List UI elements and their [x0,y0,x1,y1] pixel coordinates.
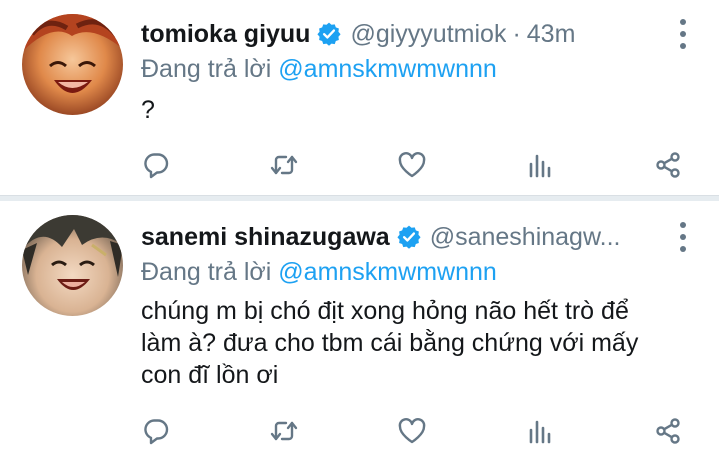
handle[interactable]: @saneshinagw... [430,223,621,252]
verified-badge-icon [317,22,342,46]
avatar[interactable] [22,215,123,316]
retweet-button[interactable] [266,413,302,449]
tweet-text: chúng m bị chó địt xong hỏng não hết trò… [141,297,639,389]
avatar[interactable] [22,14,123,115]
tweet-text: ? [141,96,155,124]
like-button[interactable] [394,147,430,183]
like-button[interactable] [394,413,430,449]
reply-icon [144,153,169,179]
analytics-icon [529,154,551,178]
separator-dot: · [512,19,521,48]
reply-button[interactable] [138,147,174,183]
share-button[interactable] [650,147,686,183]
like-icon [398,418,426,444]
like-icon [398,152,426,178]
share-icon [656,152,680,178]
retweet-icon [270,155,298,175]
verified-badge-icon [397,225,421,249]
action-bar [138,147,686,183]
share-button[interactable] [650,413,686,449]
timestamp[interactable]: 43m [527,20,576,49]
handle[interactable]: @giyyyutmiok [350,20,506,49]
tweet[interactable]: sanemi shinazugawa @saneshinagw... Đang … [0,201,719,468]
tweet-header: sanemi shinazugawa @saneshinagw... [141,220,699,254]
reply-prefix: Đang trả lời [141,258,272,286]
analytics-icon [529,420,551,444]
replying-to: Đang trả lời @amnskmwmwnnn [141,55,497,84]
analytics-button[interactable] [522,413,558,449]
tweet-header: tomioka giyuu @giyyyutmiok · 43m [141,17,699,51]
replying-to: Đang trả lời @amnskmwmwnnn [141,258,497,287]
tweet[interactable]: tomioka giyuu @giyyyutmiok · 43m Đang tr… [0,0,719,195]
mention-link[interactable]: @amnskmwmwnnn [278,55,496,83]
mention-link[interactable]: @amnskmwmwnnn [278,258,496,286]
action-bar [138,413,686,449]
retweet-button[interactable] [266,147,302,183]
reply-icon [144,419,169,445]
reply-prefix: Đang trả lời [141,55,272,83]
display-name[interactable]: tomioka giyuu [141,20,310,49]
analytics-button[interactable] [522,147,558,183]
reply-button[interactable] [138,413,174,449]
retweet-icon [270,421,298,441]
more-icon[interactable] [675,19,691,49]
display-name[interactable]: sanemi shinazugawa [141,223,390,252]
share-icon [656,418,680,444]
more-icon[interactable] [675,222,691,252]
